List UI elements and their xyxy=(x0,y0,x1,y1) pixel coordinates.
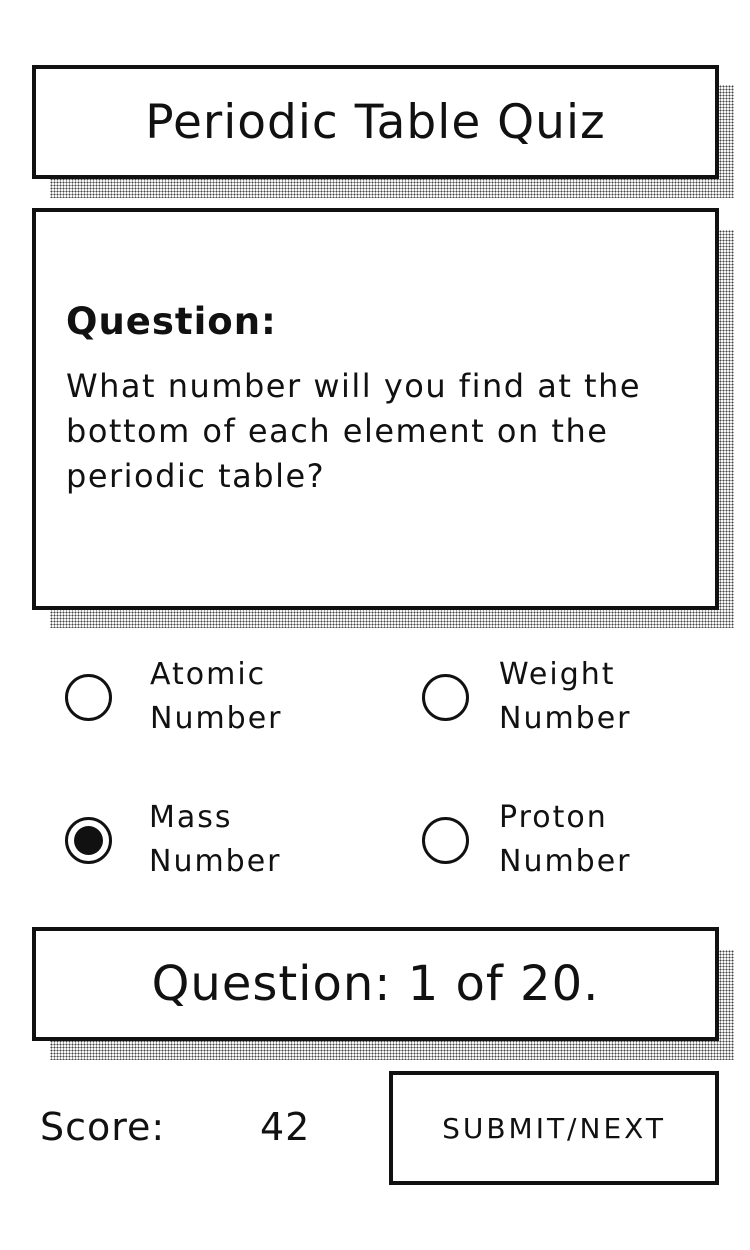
radio-button[interactable] xyxy=(422,673,469,721)
submit-next-button[interactable]: SUBMIT/NEXT xyxy=(389,1071,719,1185)
progress-card: Question: 1 of 20. xyxy=(32,927,719,1041)
option-mass-number[interactable]: Mass Number xyxy=(65,796,282,884)
score-value: 42 xyxy=(260,1105,311,1149)
radio-button[interactable] xyxy=(65,816,112,864)
option-label-line: Number xyxy=(149,844,282,879)
question-card: Question: What number will you find at t… xyxy=(32,208,719,610)
option-atomic-number[interactable]: Atomic Number xyxy=(65,653,283,741)
quiz-title: Periodic Table Quiz xyxy=(145,94,606,150)
option-label-line: Number xyxy=(150,701,283,736)
option-label: Weight Number xyxy=(499,653,632,741)
question-label: Question: xyxy=(66,300,277,343)
submit-next-label: SUBMIT/NEXT xyxy=(442,1111,666,1145)
option-label-line: Number xyxy=(499,844,632,879)
question-text: What number will you find at the bottom … xyxy=(66,367,642,495)
option-label: Atomic Number xyxy=(150,653,283,741)
option-label: Proton Number xyxy=(499,796,632,884)
radio-button[interactable] xyxy=(65,673,112,721)
option-label-line: Proton xyxy=(499,800,608,835)
radio-button[interactable] xyxy=(422,816,469,864)
option-label: Mass Number xyxy=(149,796,282,884)
option-label-line: Weight xyxy=(499,657,616,692)
question-progress: Question: 1 of 20. xyxy=(151,956,600,1012)
option-label-line: Number xyxy=(499,701,632,736)
option-proton-number[interactable]: Proton Number xyxy=(422,796,632,884)
option-label-line: Atomic xyxy=(150,657,267,692)
option-label-line: Mass xyxy=(149,800,233,835)
option-weight-number[interactable]: Weight Number xyxy=(422,653,632,741)
radio-selected-dot xyxy=(74,825,103,855)
score-label: Score: xyxy=(40,1105,166,1149)
title-card: Periodic Table Quiz xyxy=(32,65,719,179)
